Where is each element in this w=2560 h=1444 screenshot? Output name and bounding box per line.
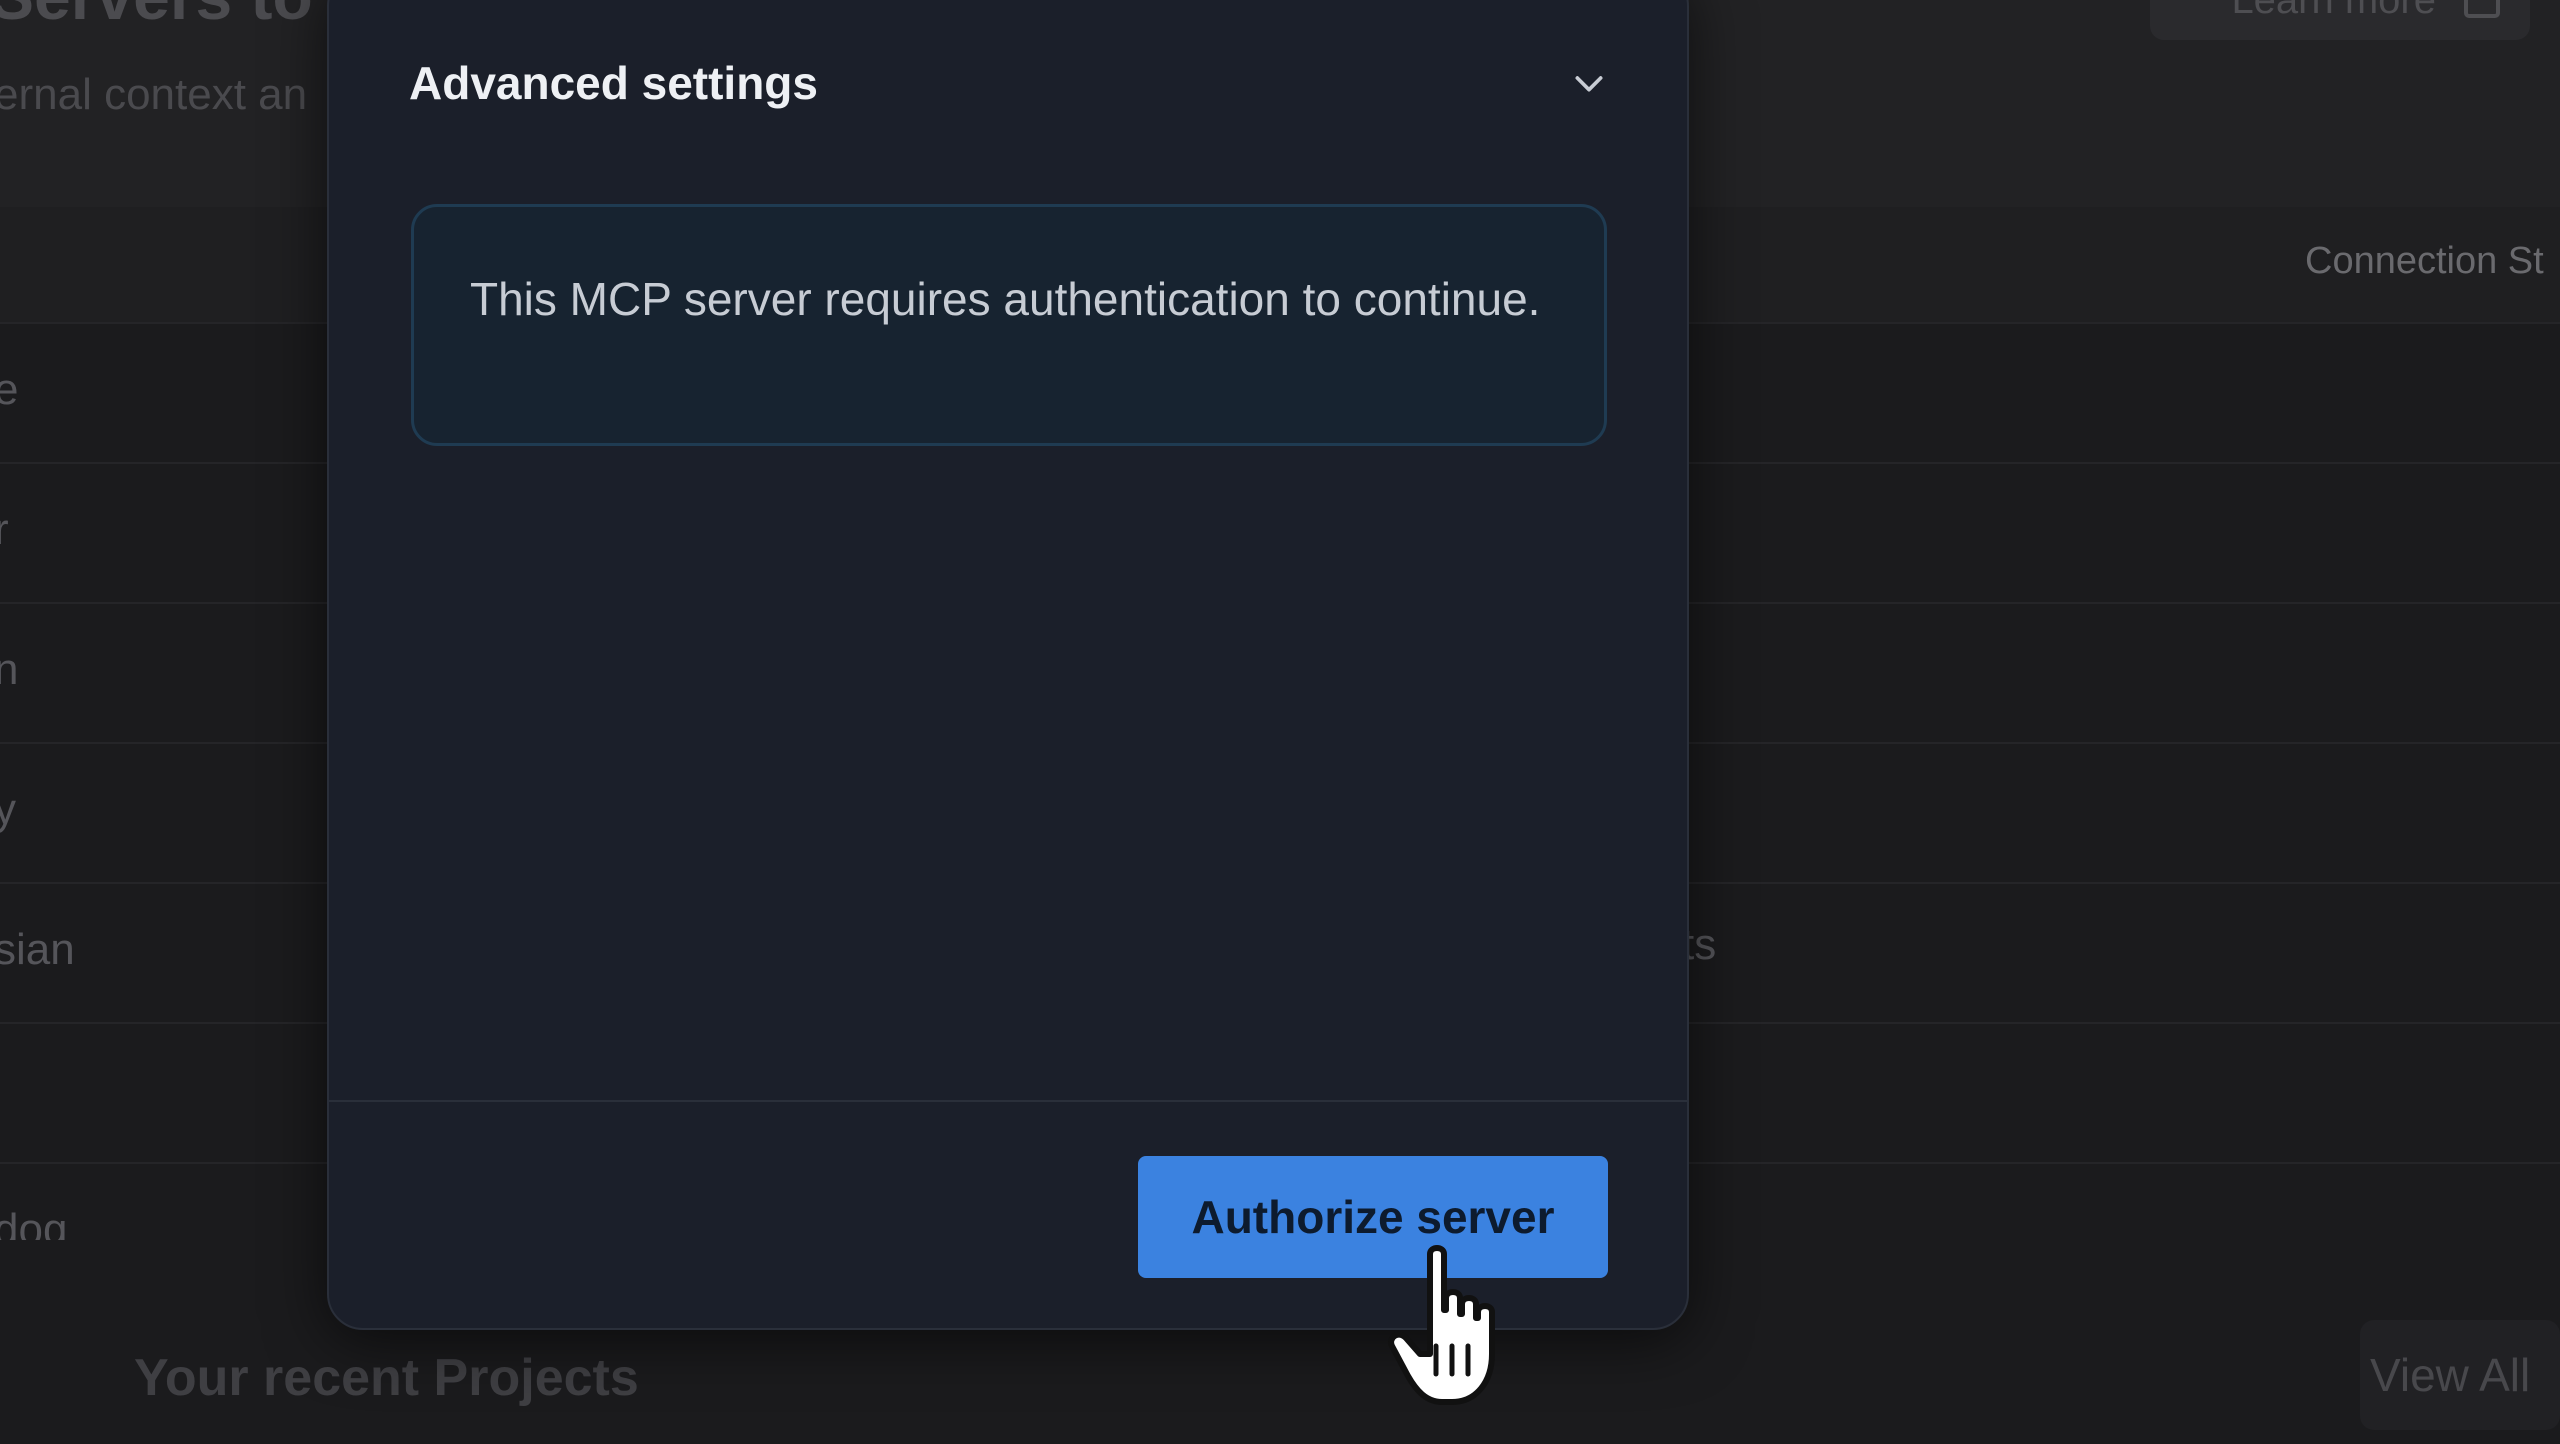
learn-more-label: Learn more	[2231, 0, 2436, 23]
authorize-server-button[interactable]: Authorize server	[1138, 1156, 1608, 1278]
view-all-button[interactable]: View All	[2360, 1320, 2560, 1430]
learn-more-button[interactable]: Learn more	[2150, 0, 2530, 40]
external-link-icon	[2464, 0, 2500, 18]
view-all-label: View All	[2370, 1349, 2531, 1401]
row-label: r	[0, 505, 9, 554]
page-subtitle: ernal context an	[0, 70, 308, 119]
row-label: sian	[0, 925, 75, 974]
footer-divider	[329, 1100, 1687, 1102]
connection-status-column-header: Connection St	[2305, 240, 2544, 282]
row-label: y	[0, 785, 16, 834]
page-title: Servers to	[0, 0, 313, 34]
authentication-notice: This MCP server requires authentication …	[411, 204, 1607, 446]
recent-projects-heading: Your recent Projects	[134, 1349, 639, 1407]
authorize-server-modal: Advanced settings This MCP server requir…	[327, 0, 1689, 1330]
advanced-settings-label: Advanced settings	[409, 57, 818, 109]
authentication-notice-text: This MCP server requires authentication …	[470, 273, 1541, 325]
row-label: e	[0, 365, 19, 414]
advanced-settings-toggle[interactable]: Advanced settings	[409, 56, 1609, 110]
row-label: n	[0, 645, 19, 694]
chevron-down-icon	[1575, 76, 1603, 92]
